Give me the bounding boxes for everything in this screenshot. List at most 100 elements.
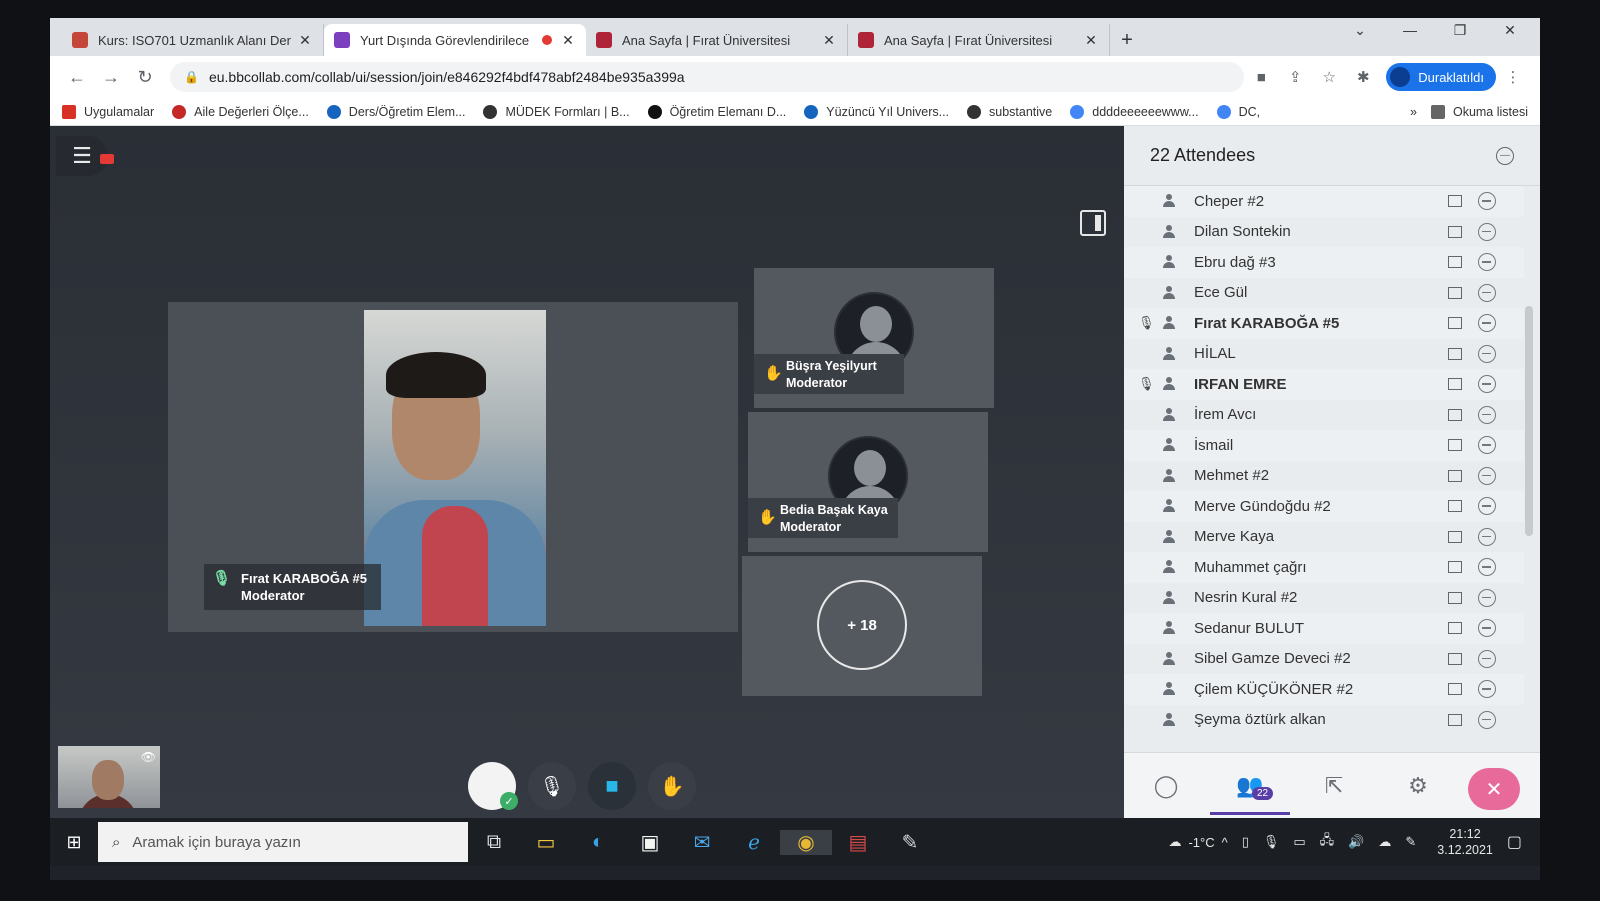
clock[interactable]: 21:12 3.12.2021 <box>1437 826 1493 858</box>
share-content-tab[interactable]: ⇱ <box>1292 773 1376 799</box>
attendee-row[interactable]: HİLAL <box>1124 339 1524 370</box>
close-tab-icon[interactable]: ✕ <box>821 32 837 49</box>
private-chat-icon[interactable] <box>1448 317 1462 330</box>
browser-tab-2[interactable]: Yurt Dışında Görevlendirilece ✕ <box>324 24 586 56</box>
bookmark-item[interactable]: ddddeeeeeewww... <box>1070 104 1199 119</box>
close-tab-icon[interactable]: ✕ <box>1083 32 1099 49</box>
private-chat-icon[interactable] <box>1448 286 1462 299</box>
attendee-scrollbar[interactable] <box>1524 196 1534 736</box>
volume-icon[interactable]: 🔊 <box>1348 834 1364 850</box>
attendee-controls-icon[interactable] <box>1478 436 1496 455</box>
address-bar[interactable]: 🔒 eu.bbcollab.com/collab/ui/session/join… <box>170 62 1245 92</box>
chrome-icon[interactable]: ◉ <box>780 829 832 855</box>
bookmark-item[interactable]: MÜDEK Formları | B... <box>483 104 630 119</box>
profile-sync-button[interactable]: Duraklatıldı <box>1386 63 1496 91</box>
taskbar-search-box[interactable]: ⌕ Aramak için buraya yazın <box>98 822 468 862</box>
private-chat-icon[interactable] <box>1448 622 1462 635</box>
attendee-controls-icon[interactable] <box>1478 619 1496 638</box>
notification-icon[interactable]: ▢ <box>1507 832 1522 852</box>
restore-button[interactable]: ❐ <box>1440 22 1480 39</box>
attendee-controls-icon[interactable] <box>1478 222 1496 241</box>
bookmark-item[interactable]: Öğretim Elemanı D... <box>647 104 786 119</box>
extensions-puzzle-icon[interactable]: ✱ <box>1346 68 1380 86</box>
attendee-controls-icon[interactable] <box>1478 466 1496 485</box>
self-camera-preview[interactable]: 👁 <box>58 746 160 808</box>
attendee-controls-icon[interactable] <box>1478 497 1496 516</box>
attendee-row[interactable]: İrem Avcı <box>1124 400 1524 431</box>
private-chat-icon[interactable] <box>1448 347 1462 360</box>
eye-icon[interactable]: 👁 <box>141 750 156 764</box>
attendee-row[interactable]: Nesrin Kural #2 <box>1124 583 1524 614</box>
weather-cloud-icon[interactable]: ☁ <box>1168 834 1181 850</box>
private-chat-icon[interactable] <box>1448 439 1462 452</box>
participant-tile[interactable]: ✋ Bedia Başak Kaya Moderator <box>748 412 988 552</box>
private-chat-icon[interactable] <box>1448 561 1462 574</box>
attendee-controls-icon[interactable] <box>1478 710 1496 729</box>
private-chat-icon[interactable] <box>1448 713 1462 726</box>
camera-permission-icon[interactable]: ■ <box>1244 69 1278 86</box>
attendee-controls-icon[interactable] <box>1478 527 1496 546</box>
tablet-icon[interactable]: ▯ <box>1242 834 1249 850</box>
edge-browser-icon[interactable]: ◐ <box>572 831 624 854</box>
onedrive-icon[interactable]: ☁ <box>1378 834 1391 850</box>
private-chat-icon[interactable] <box>1448 500 1462 513</box>
more-bookmarks-button[interactable]: » <box>1410 105 1417 119</box>
back-arrow-icon[interactable]: ← <box>60 67 94 88</box>
browser-tab-3[interactable]: Ana Sayfa | Fırat Üniversitesi ✕ <box>586 24 848 56</box>
minimize-button[interactable]: — <box>1390 22 1430 38</box>
raise-hand-button[interactable]: ✋ <box>648 762 696 810</box>
attendee-row[interactable]: Şeyma öztürk alkan <box>1124 705 1524 736</box>
kebab-menu-icon[interactable]: ⋮ <box>1496 68 1530 86</box>
microphone-button[interactable]: 🎙 <box>528 762 576 810</box>
layout-toggle-icon[interactable] <box>1080 210 1106 236</box>
attendees-tab[interactable]: 👥 22 <box>1208 773 1292 815</box>
attendee-row[interactable]: Merve Kaya <box>1124 522 1524 553</box>
bookmark-star-icon[interactable]: ☆ <box>1312 68 1346 86</box>
private-chat-icon[interactable] <box>1448 591 1462 604</box>
attendee-controls-icon[interactable] <box>1478 558 1496 577</box>
attendee-row[interactable]: Ece Gül <box>1124 278 1524 309</box>
chevron-up-icon[interactable]: ^ <box>1222 835 1228 850</box>
more-participants-tile[interactable]: + 18 <box>742 556 982 696</box>
attendee-controls-icon[interactable] <box>1478 192 1496 211</box>
private-chat-icon[interactable] <box>1448 530 1462 543</box>
close-window-button[interactable]: ✕ <box>1490 22 1530 39</box>
attendee-controls-icon[interactable] <box>1478 588 1496 607</box>
microphone-icon[interactable]: 🎙 <box>1263 834 1280 850</box>
private-chat-icon[interactable] <box>1448 683 1462 696</box>
reading-list-button[interactable]: Okuma listesi <box>1430 104 1528 119</box>
attendee-row[interactable]: Dilan Sontekin <box>1124 217 1524 248</box>
new-tab-button[interactable]: + <box>1110 24 1144 56</box>
private-chat-icon[interactable] <box>1448 469 1462 482</box>
outlook-icon[interactable]: ▤ <box>832 830 884 855</box>
status-settings-button[interactable]: ✓ <box>468 762 518 810</box>
attendee-row[interactable]: İsmail <box>1124 430 1524 461</box>
attendee-controls-icon[interactable] <box>1478 253 1496 272</box>
attendee-row[interactable]: Mehmet #2 <box>1124 461 1524 492</box>
close-tab-icon[interactable]: ✕ <box>297 32 313 49</box>
browser-tab-1[interactable]: Kurs: ISO701 Uzmanlık Alanı Der ✕ <box>62 24 324 56</box>
bookmark-item[interactable]: Aile Değerleri Ölçe... <box>172 104 309 119</box>
private-chat-icon[interactable] <box>1448 225 1462 238</box>
participant-tile[interactable]: ✋ Büşra Yeşilyurt Moderator <box>754 268 994 408</box>
attendee-controls-icon[interactable] <box>1478 375 1496 394</box>
attendee-row[interactable]: Merve Gündoğdu #2 <box>1124 491 1524 522</box>
attendee-options-icon[interactable]: — <box>1496 146 1514 165</box>
attendee-row[interactable]: 🎙 Fırat KARABOĞA #5 <box>1124 308 1524 339</box>
attendee-row[interactable]: Sibel Gamze Deveci #2 <box>1124 644 1524 675</box>
network-icon[interactable]: 🖧 <box>1320 831 1335 853</box>
attendee-row[interactable]: 🎙 IRFAN EMRE <box>1124 369 1524 400</box>
private-chat-icon[interactable] <box>1448 256 1462 269</box>
attendee-row[interactable]: Sedanur BULUT <box>1124 613 1524 644</box>
close-tab-icon[interactable]: ✕ <box>560 32 576 49</box>
bookmark-apps[interactable]: Uygulamalar <box>62 104 154 119</box>
paint-icon[interactable]: ✎ <box>884 830 936 855</box>
attendee-controls-icon[interactable] <box>1478 680 1496 699</box>
private-chat-icon[interactable] <box>1448 378 1462 391</box>
attendee-controls-icon[interactable] <box>1478 314 1496 333</box>
share-icon[interactable]: ⇪ <box>1278 68 1312 86</box>
windows-start-button[interactable]: ⊞ <box>50 832 98 853</box>
camera-button[interactable]: ■ <box>588 762 636 810</box>
file-explorer-icon[interactable]: ▭ <box>520 830 572 855</box>
private-chat-icon[interactable] <box>1448 195 1462 208</box>
